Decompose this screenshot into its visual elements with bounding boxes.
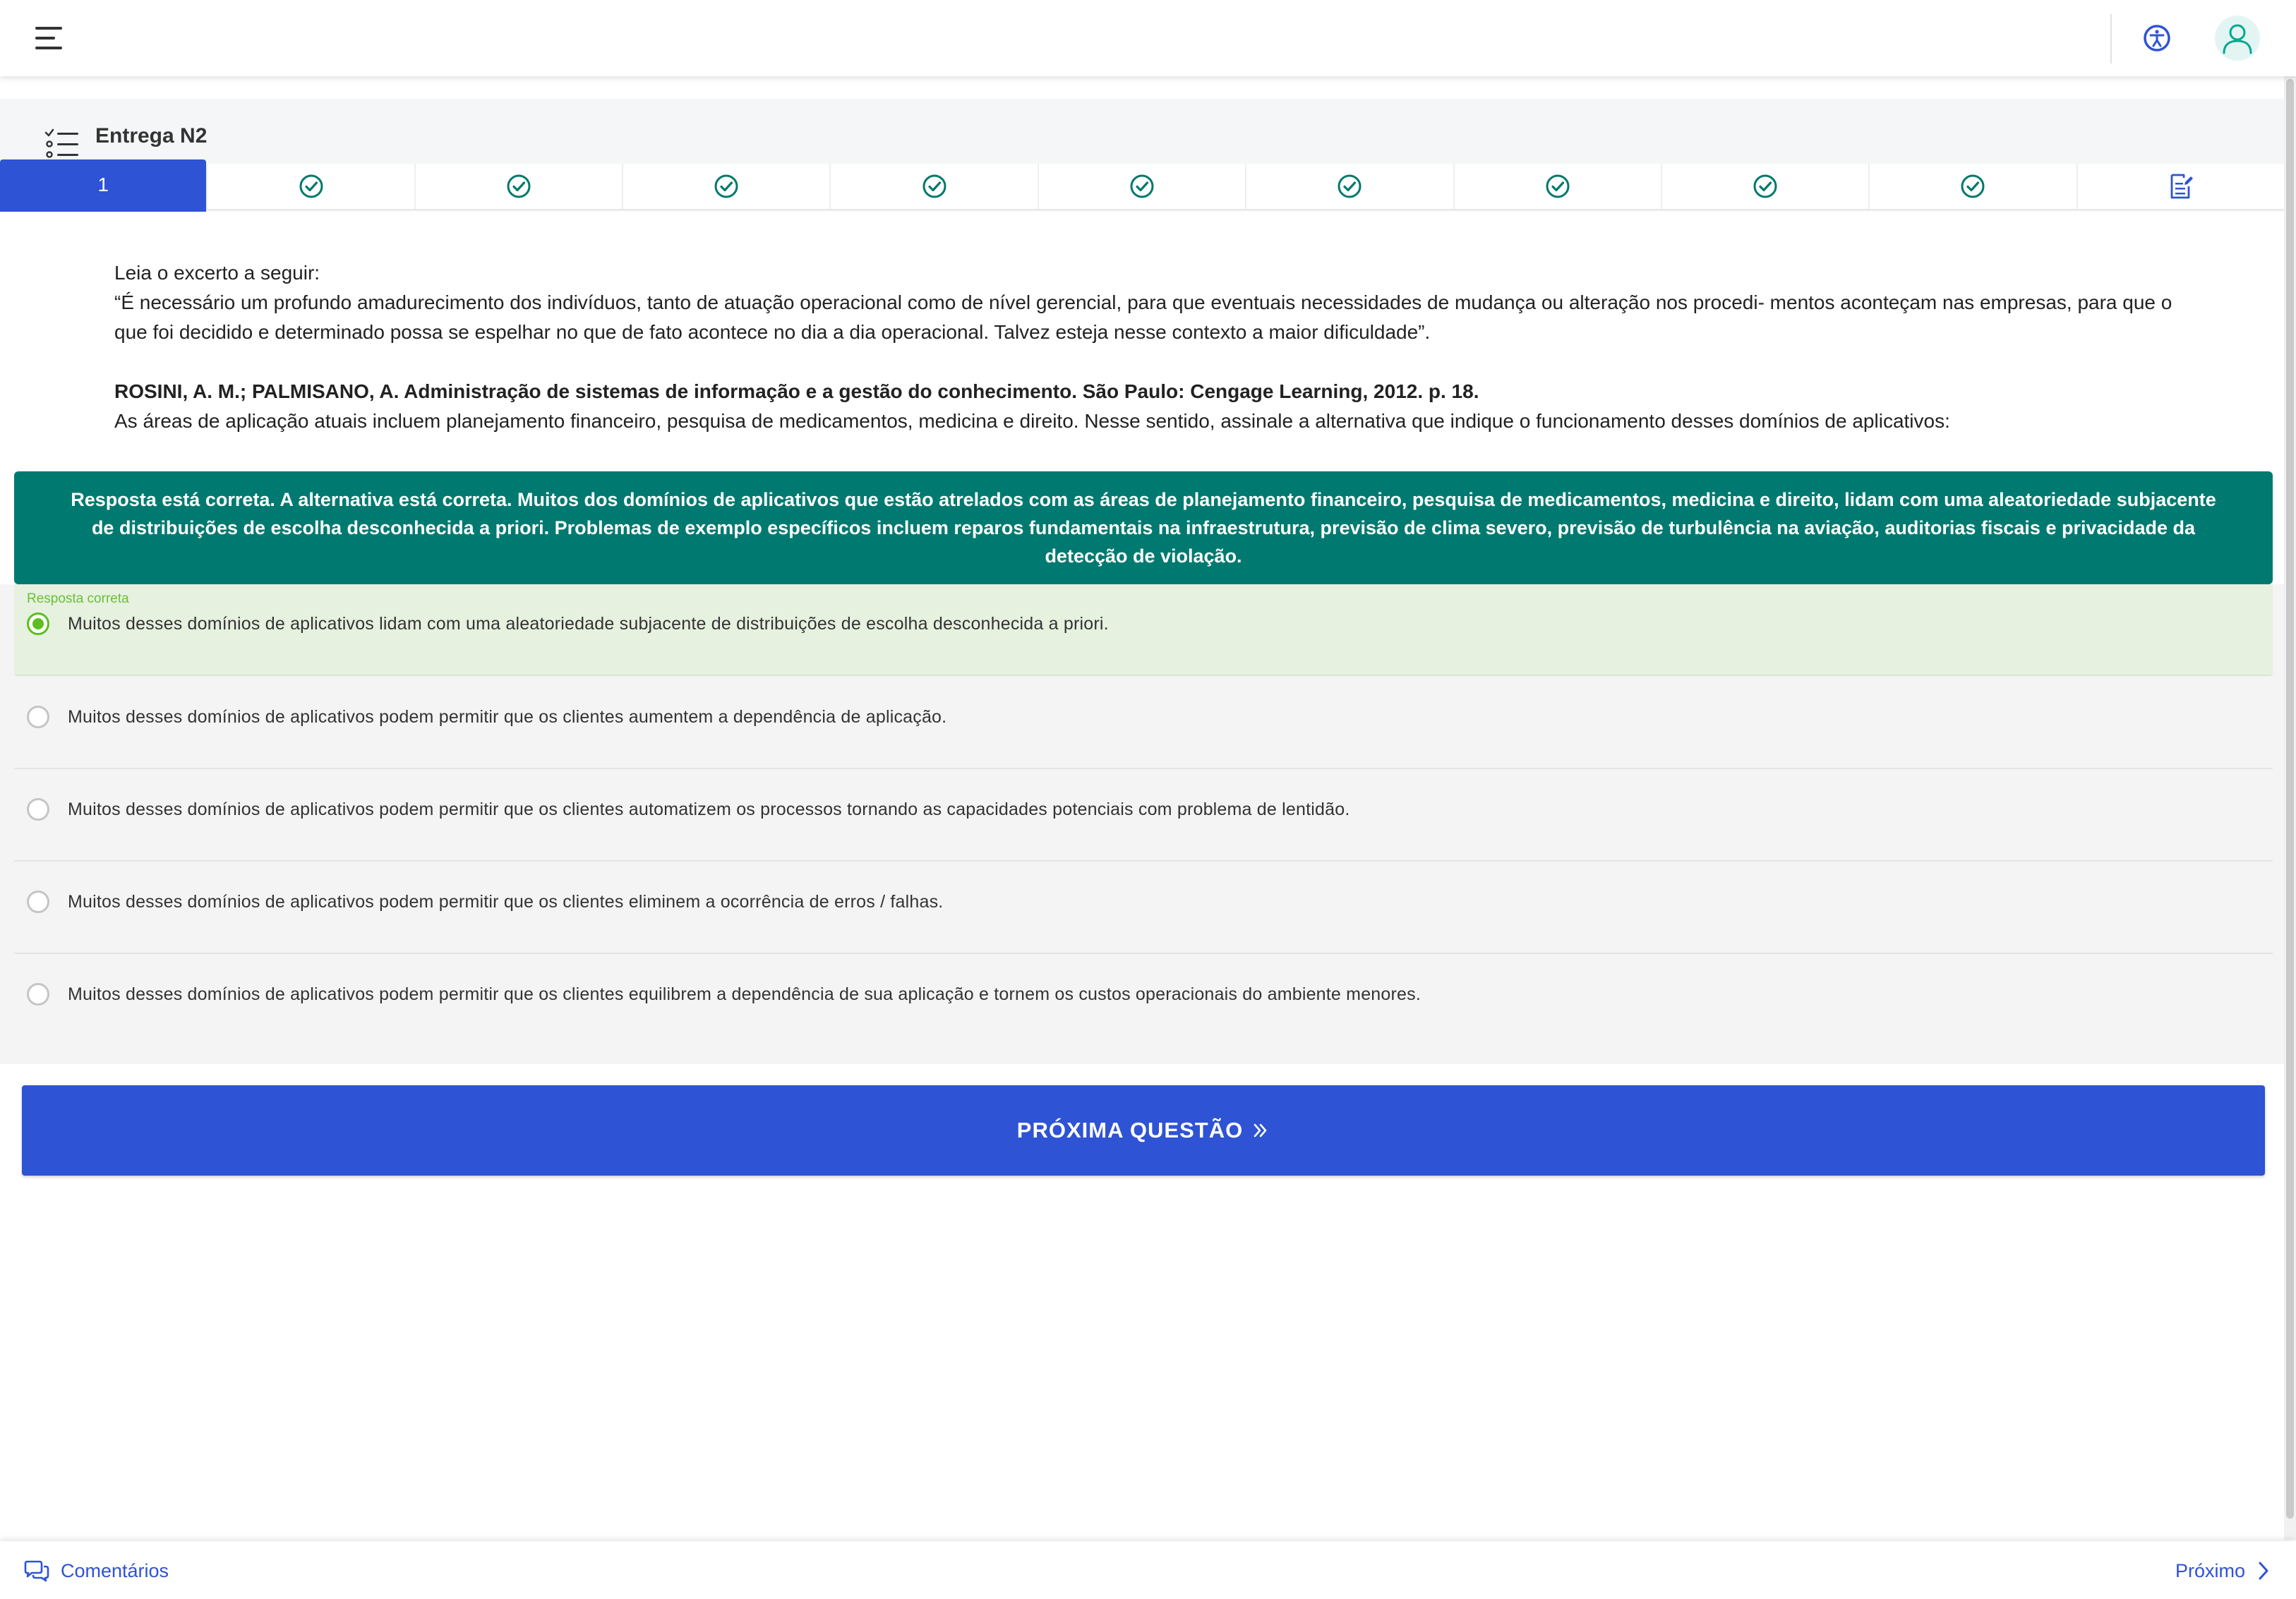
top-app-bar (0, 0, 2296, 76)
radio-button[interactable] (27, 983, 49, 1006)
chat-bubbles-icon (24, 1560, 49, 1582)
check-circle-icon (1338, 174, 1362, 198)
question-tab-number: 1 (97, 174, 109, 195)
answer-option-text: Muitos desses domínios de aplicativos po… (68, 892, 944, 912)
question-tab-8[interactable] (1453, 164, 1661, 209)
question-tab-4[interactable] (622, 164, 830, 209)
question-prompt: As áreas de aplicação atuais incluem pla… (114, 410, 1950, 432)
comments-button[interactable]: Comentários (24, 1555, 169, 1586)
question-tab-1[interactable]: 1 (0, 159, 207, 212)
scrollbar-thumb[interactable] (2286, 79, 2294, 1519)
check-circle-icon (1546, 174, 1570, 198)
question-navigation: 1 (0, 159, 2284, 212)
next-page-label: Próximo (2175, 1559, 2245, 1581)
next-page-button[interactable]: Próximo (2175, 1555, 2271, 1586)
next-question-button[interactable]: PRÓXIMA QUESTÃO (22, 1085, 2265, 1176)
radio-button[interactable] (27, 891, 49, 913)
summary-tab[interactable] (2076, 164, 2284, 209)
question-tab-9[interactable] (1660, 164, 1869, 209)
answer-option-text: Muitos desses domínios de aplicativos po… (68, 707, 947, 727)
question-tab-6[interactable] (1037, 164, 1246, 209)
feedback-text: Resposta está correta. A alternativa est… (71, 489, 2216, 567)
question-tab-2[interactable] (206, 164, 414, 209)
question-reference: ROSINI, A. M.; PALMISANO, A. Administraç… (114, 380, 1479, 402)
next-question-label: PRÓXIMA QUESTÃO (1016, 1118, 1244, 1142)
check-circle-icon (1753, 174, 1777, 198)
quiz-header: Entrega N2 1 (0, 99, 2284, 212)
answer-option-3[interactable]: Muitos desses domínios de aplicativos po… (14, 770, 2273, 862)
answer-option-1[interactable]: Resposta correta Muitos desses domínios … (14, 584, 2273, 676)
check-circle-icon (1961, 174, 1985, 198)
question-excerpt: “É necessário um profundo amadurecimento… (114, 291, 2172, 343)
check-circle-icon (299, 174, 323, 198)
menu-button[interactable] (32, 24, 66, 52)
answer-option-2[interactable]: Muitos desses domínios de aplicativos po… (14, 677, 2273, 769)
document-edit-icon (2170, 174, 2193, 199)
accessibility-icon (2144, 25, 2170, 52)
toolbar-divider (2110, 14, 2112, 64)
question-tab-10[interactable] (1868, 164, 2076, 209)
menu-icon (35, 27, 62, 49)
check-circle-icon (714, 174, 738, 198)
double-chevron-right-icon (1251, 1121, 1270, 1140)
answer-options: Resposta correta Muitos desses domínios … (0, 584, 2284, 1064)
user-avatar-button[interactable] (2215, 16, 2260, 61)
answer-option-text: Muitos desses domínios de aplicativos po… (68, 984, 1421, 1004)
checklist-icon (44, 128, 78, 158)
question-body: Leia o excerto a seguir: “É necessário u… (114, 258, 2175, 436)
radio-button[interactable] (27, 706, 49, 728)
question-tab-3[interactable] (414, 164, 623, 209)
radio-button[interactable] (27, 798, 49, 821)
answer-option-text: Muitos desses domínios de aplicativos po… (68, 800, 1350, 819)
accessibility-button[interactable] (2140, 21, 2174, 55)
chevron-right-icon (2259, 1562, 2268, 1580)
answer-feedback-banner: Resposta está correta. A alternativa est… (14, 471, 2273, 584)
question-tab-5[interactable] (829, 164, 1038, 209)
check-circle-icon (507, 174, 531, 198)
check-circle-icon (922, 174, 946, 198)
answer-option-5[interactable]: Muitos desses domínios de aplicativos po… (14, 955, 2273, 1046)
answer-option-text: Muitos desses domínios de aplicativos li… (68, 614, 1109, 634)
answer-option-4[interactable]: Muitos desses domínios de aplicativos po… (14, 862, 2273, 954)
comments-label: Comentários (61, 1559, 169, 1581)
check-circle-icon (1130, 174, 1154, 198)
quiz-title: Entrega N2 (95, 124, 208, 147)
question-intro: Leia o excerto a seguir: (114, 262, 320, 284)
user-avatar-icon (2223, 24, 2252, 54)
correct-answer-label: Resposta correta (27, 591, 129, 606)
page-scrollbar[interactable] (2284, 76, 2296, 1540)
bottom-bar: Comentários Próximo (0, 1541, 2296, 1599)
question-tab-7[interactable] (1245, 164, 1453, 209)
radio-button-selected[interactable] (27, 613, 49, 635)
